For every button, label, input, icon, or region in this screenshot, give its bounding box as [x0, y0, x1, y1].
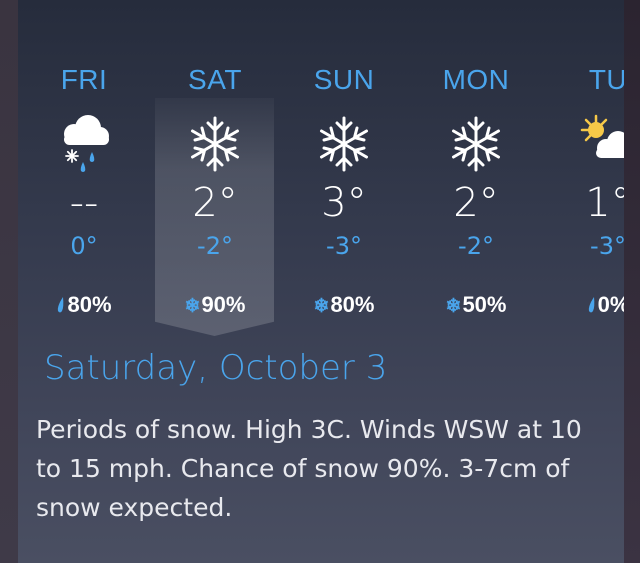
weather-forecast-panel: FRI -- 0° 80% SAT 2° -2° ❄90% SUN 3° -3°…: [18, 0, 624, 563]
low-temp: -3°: [326, 232, 362, 260]
high-temp: 2°: [192, 180, 238, 226]
high-temp: 2°: [453, 180, 499, 226]
low-temp: -2°: [458, 232, 494, 260]
forecast-description: Periods of snow. High 3C. Winds WSW at 1…: [36, 415, 582, 522]
precip-chance: 0%: [548, 292, 624, 318]
forecast-day-sun[interactable]: SUN 3° -3° ❄80%: [284, 60, 404, 330]
day-name: SUN: [313, 64, 375, 95]
snowflake-icon: [183, 112, 247, 176]
raindrop-icon: [587, 296, 597, 318]
high-temp: --: [69, 180, 99, 226]
snowflake-icon: [312, 112, 376, 176]
precip-value: 0%: [597, 292, 624, 317]
right-frame-edge: [624, 0, 640, 563]
raindrop-icon: [56, 296, 66, 318]
precip-chance: 80%: [24, 292, 144, 318]
day-name: SAT: [188, 64, 242, 95]
snowflake-icon: [444, 112, 508, 176]
precip-chance: ❄90%: [155, 292, 275, 318]
forecast-day-fri[interactable]: FRI -- 0° 80%: [24, 60, 144, 330]
day-name: TU: [588, 64, 624, 95]
snow-rain-cloud-icon: [52, 112, 116, 176]
precip-value: 80%: [330, 292, 375, 317]
day-name: MON: [442, 64, 510, 95]
high-temp: 1°: [585, 180, 624, 226]
day-name: FRI: [60, 64, 108, 95]
precip-chance: ❄80%: [284, 292, 404, 318]
snowflake-icon: ❄: [184, 296, 201, 317]
high-temp: 3°: [321, 180, 367, 226]
precip-value: 80%: [67, 292, 112, 317]
precip-value: 90%: [201, 292, 246, 317]
precip-value: 50%: [462, 292, 507, 317]
partly-sunny-icon: [576, 112, 624, 176]
forecast-day-sat[interactable]: SAT 2° -2° ❄90%: [155, 60, 275, 330]
low-temp: 0°: [70, 232, 98, 260]
precip-chance: ❄50%: [416, 292, 536, 318]
low-temp: -2°: [197, 232, 233, 260]
left-frame-edge: [0, 0, 18, 563]
forecast-day-mon[interactable]: MON 2° -2° ❄50%: [416, 60, 536, 330]
selected-day-date: Saturday, October 3: [44, 348, 388, 388]
snowflake-icon: ❄: [445, 296, 462, 317]
forecast-day-tue[interactable]: TU 1° -3° 0: [548, 60, 624, 330]
low-temp: -3°: [590, 232, 624, 260]
snowflake-icon: ❄: [313, 296, 330, 317]
